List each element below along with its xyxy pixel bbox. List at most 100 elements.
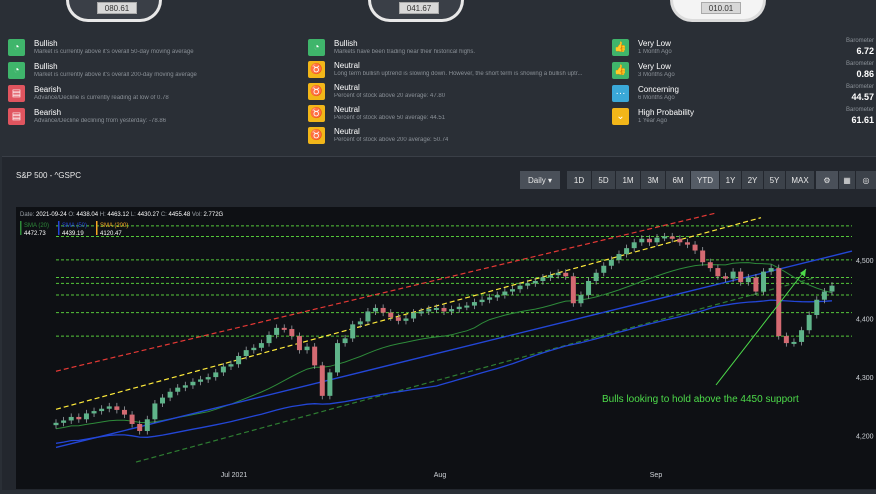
bull-icon: ♉ — [308, 83, 325, 100]
candle-body — [517, 285, 523, 290]
signal-description: 1 Year Ago — [638, 118, 668, 124]
calculator-icon[interactable]: ▦ — [839, 171, 855, 189]
chart-panel: S&P 500 - ^GSPC Daily ▾ 1D 5D 1M 3M 6M YTD 1Y 2… — [2, 156, 876, 490]
candle-body — [312, 346, 318, 366]
candle-body — [319, 365, 325, 396]
candle-body — [426, 309, 432, 312]
candle-body — [570, 276, 576, 304]
gauge-value: 041.67 — [399, 2, 439, 14]
candle-body — [274, 327, 280, 335]
market-breadth-column: ◔ Bullish Markets have been trading near t… — [308, 36, 594, 146]
barometer-label: Barometer — [845, 107, 874, 113]
signal-item: ◔ Bullish Markets have been trading near t… — [308, 36, 594, 57]
range-button-ytd[interactable]: YTD — [691, 171, 719, 189]
chevron-down-icon: ⌄ — [612, 108, 629, 125]
range-button-max[interactable]: MAX — [786, 171, 814, 189]
candle-body — [586, 280, 592, 296]
range-button-2y[interactable]: 2Y — [742, 171, 763, 189]
barometer-value: 6.72 — [856, 46, 874, 56]
crash-probability-column: 👍 Very Low 1 Month Ago Barometer 6.72 👍 Very L… — [612, 36, 874, 128]
thumbs-up-icon: 👍 — [612, 62, 629, 79]
candle-body — [722, 276, 728, 279]
barometer-label: Barometer — [845, 38, 874, 44]
candle-body — [121, 409, 127, 415]
candle-body — [152, 403, 158, 420]
candle-body — [137, 423, 143, 432]
chart-icon: ▤ — [8, 108, 25, 125]
candle-body — [99, 408, 105, 412]
gauge-icon: ◔ — [308, 39, 325, 56]
candle-body — [821, 291, 827, 300]
range-button-1m[interactable]: 1M — [616, 171, 640, 189]
legend-value: 4439.19 — [62, 231, 84, 237]
bull-icon: ♉ — [308, 105, 325, 122]
candle-body — [540, 277, 546, 281]
candle-body — [334, 343, 340, 373]
candle-body — [91, 411, 97, 414]
range-button-5y[interactable]: 5Y — [764, 171, 785, 189]
interval-dropdown[interactable]: Daily ▾ — [520, 171, 560, 189]
gauge-value: 010.01 — [701, 2, 741, 14]
signal-title: Neutral — [334, 83, 360, 92]
candle-body — [350, 324, 356, 339]
range-button-3m[interactable]: 3M — [641, 171, 665, 189]
globe-icon[interactable]: ◎ — [856, 171, 876, 189]
signal-item: 👍 Very Low 3 Months Ago Barometer 0.86 — [612, 59, 874, 81]
gauge-value: 080.61 — [97, 2, 137, 14]
barometer-label: Barometer — [845, 61, 874, 67]
range-button-1y[interactable]: 1Y — [720, 171, 741, 189]
range-button-6m[interactable]: 6M — [666, 171, 690, 189]
annotation-text: Bulls looking to hold above the 4450 sup… — [602, 394, 799, 405]
candle-body — [289, 329, 295, 337]
gauge-1: 080.61 — [66, 0, 162, 22]
upper-trendline — [55, 217, 762, 410]
candle-body — [502, 291, 508, 296]
sma-50-line — [55, 299, 833, 444]
chart-title: S&P 500 - ^GSPC — [16, 171, 81, 180]
candle-body — [761, 271, 767, 292]
legend-name: SMA (20) — [24, 223, 49, 229]
signal-description: Advance/Decline is currently reading at … — [34, 95, 169, 101]
thumbs-up-icon: 👍 — [612, 39, 629, 56]
candle-body — [411, 312, 417, 319]
candle-body — [418, 311, 424, 314]
signal-description: 3 Months Ago — [638, 72, 675, 78]
candle-body — [829, 285, 835, 292]
candle-body — [114, 406, 120, 410]
bull-icon: ♉ — [308, 61, 325, 78]
candle-body — [806, 314, 812, 331]
candle-body — [548, 275, 554, 278]
legend-value: 4472.73 — [24, 231, 46, 237]
signal-description: Percent of stock above 200 average: 50.7… — [334, 137, 449, 143]
signal-title: High Probability — [638, 108, 695, 117]
signal-description: Market is currently above it's overall 5… — [34, 49, 194, 55]
legend-name: SMA (50) — [62, 223, 87, 229]
candle-body — [175, 387, 181, 392]
candle-body — [449, 309, 455, 312]
signal-description: Percent of stock above 50 average: 44.51 — [334, 115, 446, 121]
candle-body — [692, 244, 698, 251]
candle-body — [281, 327, 287, 330]
settings-icon[interactable]: ⚙ — [816, 171, 838, 189]
legend-swatch — [58, 221, 60, 235]
range-button-5d[interactable]: 5D — [592, 171, 615, 189]
candle-body — [76, 416, 82, 420]
candle-body — [395, 317, 401, 321]
y-tick-label: 4,200 — [856, 434, 874, 441]
candle-body — [662, 236, 668, 239]
range-button-1d[interactable]: 1D — [567, 171, 591, 189]
candle-body — [456, 306, 462, 310]
signal-title: Concerning — [638, 85, 679, 94]
candle-body — [669, 236, 675, 239]
candle-body — [745, 277, 751, 283]
signal-item: 👍 Very Low 1 Month Ago Barometer 6.72 — [612, 36, 874, 58]
candle-body — [783, 336, 789, 344]
candle-body — [814, 299, 820, 315]
candle-body — [555, 272, 561, 276]
barometer-value: 0.86 — [856, 69, 874, 79]
annotation-arrow — [715, 268, 807, 386]
candle-body — [684, 242, 690, 245]
signal-description: Market is currently above it's overall 2… — [34, 72, 197, 78]
price-chart[interactable]: 4,500 4,400 4,300 4,200 Jul 2021 Aug Sep Date: … — [16, 207, 876, 489]
candle-body — [365, 311, 371, 322]
